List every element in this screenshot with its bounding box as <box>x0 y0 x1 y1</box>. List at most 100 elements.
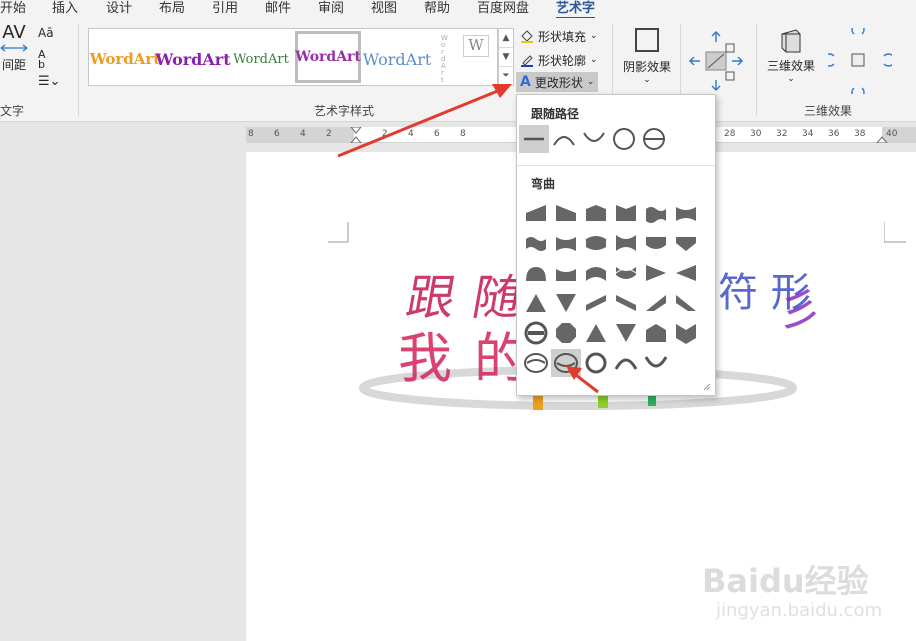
spacing-button[interactable]: AV 间距 <box>0 24 30 73</box>
gallery-down-icon[interactable]: ▼ <box>499 48 513 67</box>
tab-view[interactable]: 视图 <box>371 0 397 16</box>
wordart-style-6[interactable]: W <box>463 35 489 57</box>
tab-help[interactable]: 帮助 <box>424 0 450 16</box>
shadow-effects-label: 阴影效果 <box>622 60 671 74</box>
warp-cascade-icon <box>556 269 576 281</box>
shape-plain-line[interactable] <box>519 125 549 153</box>
tab-references[interactable]: 引用 <box>212 0 238 16</box>
wordart-style-1[interactable]: WordArt <box>90 39 161 79</box>
align-text-icon[interactable]: ☰⌄ <box>38 74 61 89</box>
vertical-text-icon[interactable]: Ab <box>38 49 46 70</box>
warp-shape[interactable] <box>551 229 581 257</box>
warp-shape[interactable] <box>671 259 701 287</box>
warp-triangle-up-2-icon <box>586 324 606 342</box>
warp-ring-selected[interactable] <box>551 349 581 377</box>
ruler-number: 8 <box>460 129 466 139</box>
warp-shape[interactable] <box>641 259 671 287</box>
warp-shape[interactable] <box>581 199 611 227</box>
warp-fade-left-icon <box>676 265 696 281</box>
baidu-watermark: Baidu经验 <box>702 562 869 600</box>
arch-down-icon <box>583 132 605 142</box>
warp-shape[interactable] <box>521 319 551 347</box>
change-shape-button[interactable]: A 更改形状 ⌄ <box>516 72 599 92</box>
ruler-number: 36 <box>828 129 840 139</box>
warp-shape[interactable] <box>551 259 581 287</box>
warp-shape[interactable] <box>641 349 671 377</box>
wordart-style-5[interactable]: WordArt <box>363 39 432 79</box>
warp-arch-fill-icon <box>526 267 546 281</box>
warp-shape[interactable] <box>521 199 551 227</box>
gallery-more-icon[interactable]: ⏷ <box>499 67 513 86</box>
wordart-style-gallery: WordArt WordArt WordArt WordArt WordArt … <box>88 28 498 86</box>
3d-effects-button[interactable]: 三维效果 ⌄ <box>764 28 818 84</box>
warp-shape[interactable] <box>641 229 671 257</box>
warp-wave-1-icon <box>646 207 666 223</box>
3d-tilt-icons[interactable] <box>828 28 892 94</box>
warp-shape[interactable] <box>641 199 671 227</box>
warp-chevron-up-icon <box>586 205 606 221</box>
warp-shape[interactable] <box>641 289 671 317</box>
shape-outline-button[interactable]: 形状轮廓 ⌄ <box>520 50 598 70</box>
even-height-icon[interactable]: Aā <box>38 26 54 40</box>
tab-review[interactable]: 审阅 <box>318 0 344 16</box>
tab-layout[interactable]: 布局 <box>159 0 185 16</box>
warp-shape[interactable] <box>581 319 611 347</box>
warp-can-down-icon <box>615 267 637 279</box>
indent-marker-icon[interactable] <box>350 127 362 143</box>
wordart-style-vertical[interactable]: WordArt <box>441 35 449 84</box>
change-shape-dropdown: 跟随路径 弯曲 <box>516 94 716 396</box>
nudge-shadow-icons[interactable] <box>686 28 750 94</box>
warp-fade-right-icon <box>646 265 666 281</box>
warp-shape[interactable] <box>611 349 641 377</box>
tab-mailings[interactable]: 邮件 <box>265 0 291 16</box>
warp-shape[interactable] <box>581 259 611 287</box>
tab-wordart[interactable]: 艺术字 <box>556 0 596 20</box>
baidu-watermark-url: jingyan.baidu.com <box>716 600 883 621</box>
warp-shape[interactable] <box>611 259 641 287</box>
shape-outline-label: 形状轮廓 <box>538 53 587 68</box>
tab-baidu-netdisk[interactable]: 百度网盘 <box>477 0 529 16</box>
tab-insert[interactable]: 插入 <box>52 0 78 16</box>
wordart-styles-group-label: 艺术字样式 <box>314 104 375 118</box>
warp-shape[interactable] <box>521 289 551 317</box>
shape-circle[interactable] <box>609 125 639 153</box>
3d-effects-button-label: 三维效果 <box>766 59 815 73</box>
warp-shape[interactable] <box>581 229 611 257</box>
warp-shape[interactable] <box>671 229 701 257</box>
warp-shape[interactable] <box>551 199 581 227</box>
resize-grip-icon[interactable] <box>703 383 711 391</box>
separator <box>756 24 757 116</box>
warp-triangle-down-2-icon <box>616 324 636 342</box>
warp-shape[interactable] <box>671 289 701 317</box>
wordart-style-2[interactable]: WordArt <box>155 39 230 79</box>
warp-shape[interactable] <box>581 349 611 377</box>
right-indent-marker-icon[interactable] <box>876 135 888 143</box>
warp-arch-thick-down-icon <box>644 356 668 368</box>
warp-shape[interactable] <box>551 289 581 317</box>
warp-shape[interactable] <box>611 229 641 257</box>
shape-button[interactable] <box>639 125 669 153</box>
warp-shape[interactable] <box>671 319 701 347</box>
shadow-effects-button[interactable]: 阴影效果 ⌄ <box>620 28 674 85</box>
shape-fill-button[interactable]: 形状填充 ⌄ <box>520 26 598 46</box>
warp-shape[interactable] <box>521 349 551 377</box>
warp-shape[interactable] <box>611 289 641 317</box>
warp-shape[interactable] <box>551 319 581 347</box>
ruler-number: 34 <box>802 129 814 139</box>
warp-shape[interactable] <box>671 199 701 227</box>
wordart-style-3[interactable]: WordArt <box>229 39 293 79</box>
chevron-down-icon: ⌄ <box>787 74 795 84</box>
warp-shape[interactable] <box>611 319 641 347</box>
warp-shape[interactable] <box>521 259 551 287</box>
circle-icon <box>613 128 635 150</box>
gallery-up-icon[interactable]: ▲ <box>499 29 513 48</box>
shape-arch-down[interactable] <box>579 125 609 153</box>
warp-shape[interactable] <box>641 319 671 347</box>
warp-shape[interactable] <box>611 199 641 227</box>
tab-home[interactable]: 开始 <box>0 0 26 16</box>
wordart-style-4-selected[interactable]: WordArt <box>295 31 361 83</box>
warp-shape[interactable] <box>521 229 551 257</box>
shape-arch-up[interactable] <box>549 125 579 153</box>
warp-shape[interactable] <box>581 289 611 317</box>
tab-design[interactable]: 设计 <box>106 0 132 16</box>
